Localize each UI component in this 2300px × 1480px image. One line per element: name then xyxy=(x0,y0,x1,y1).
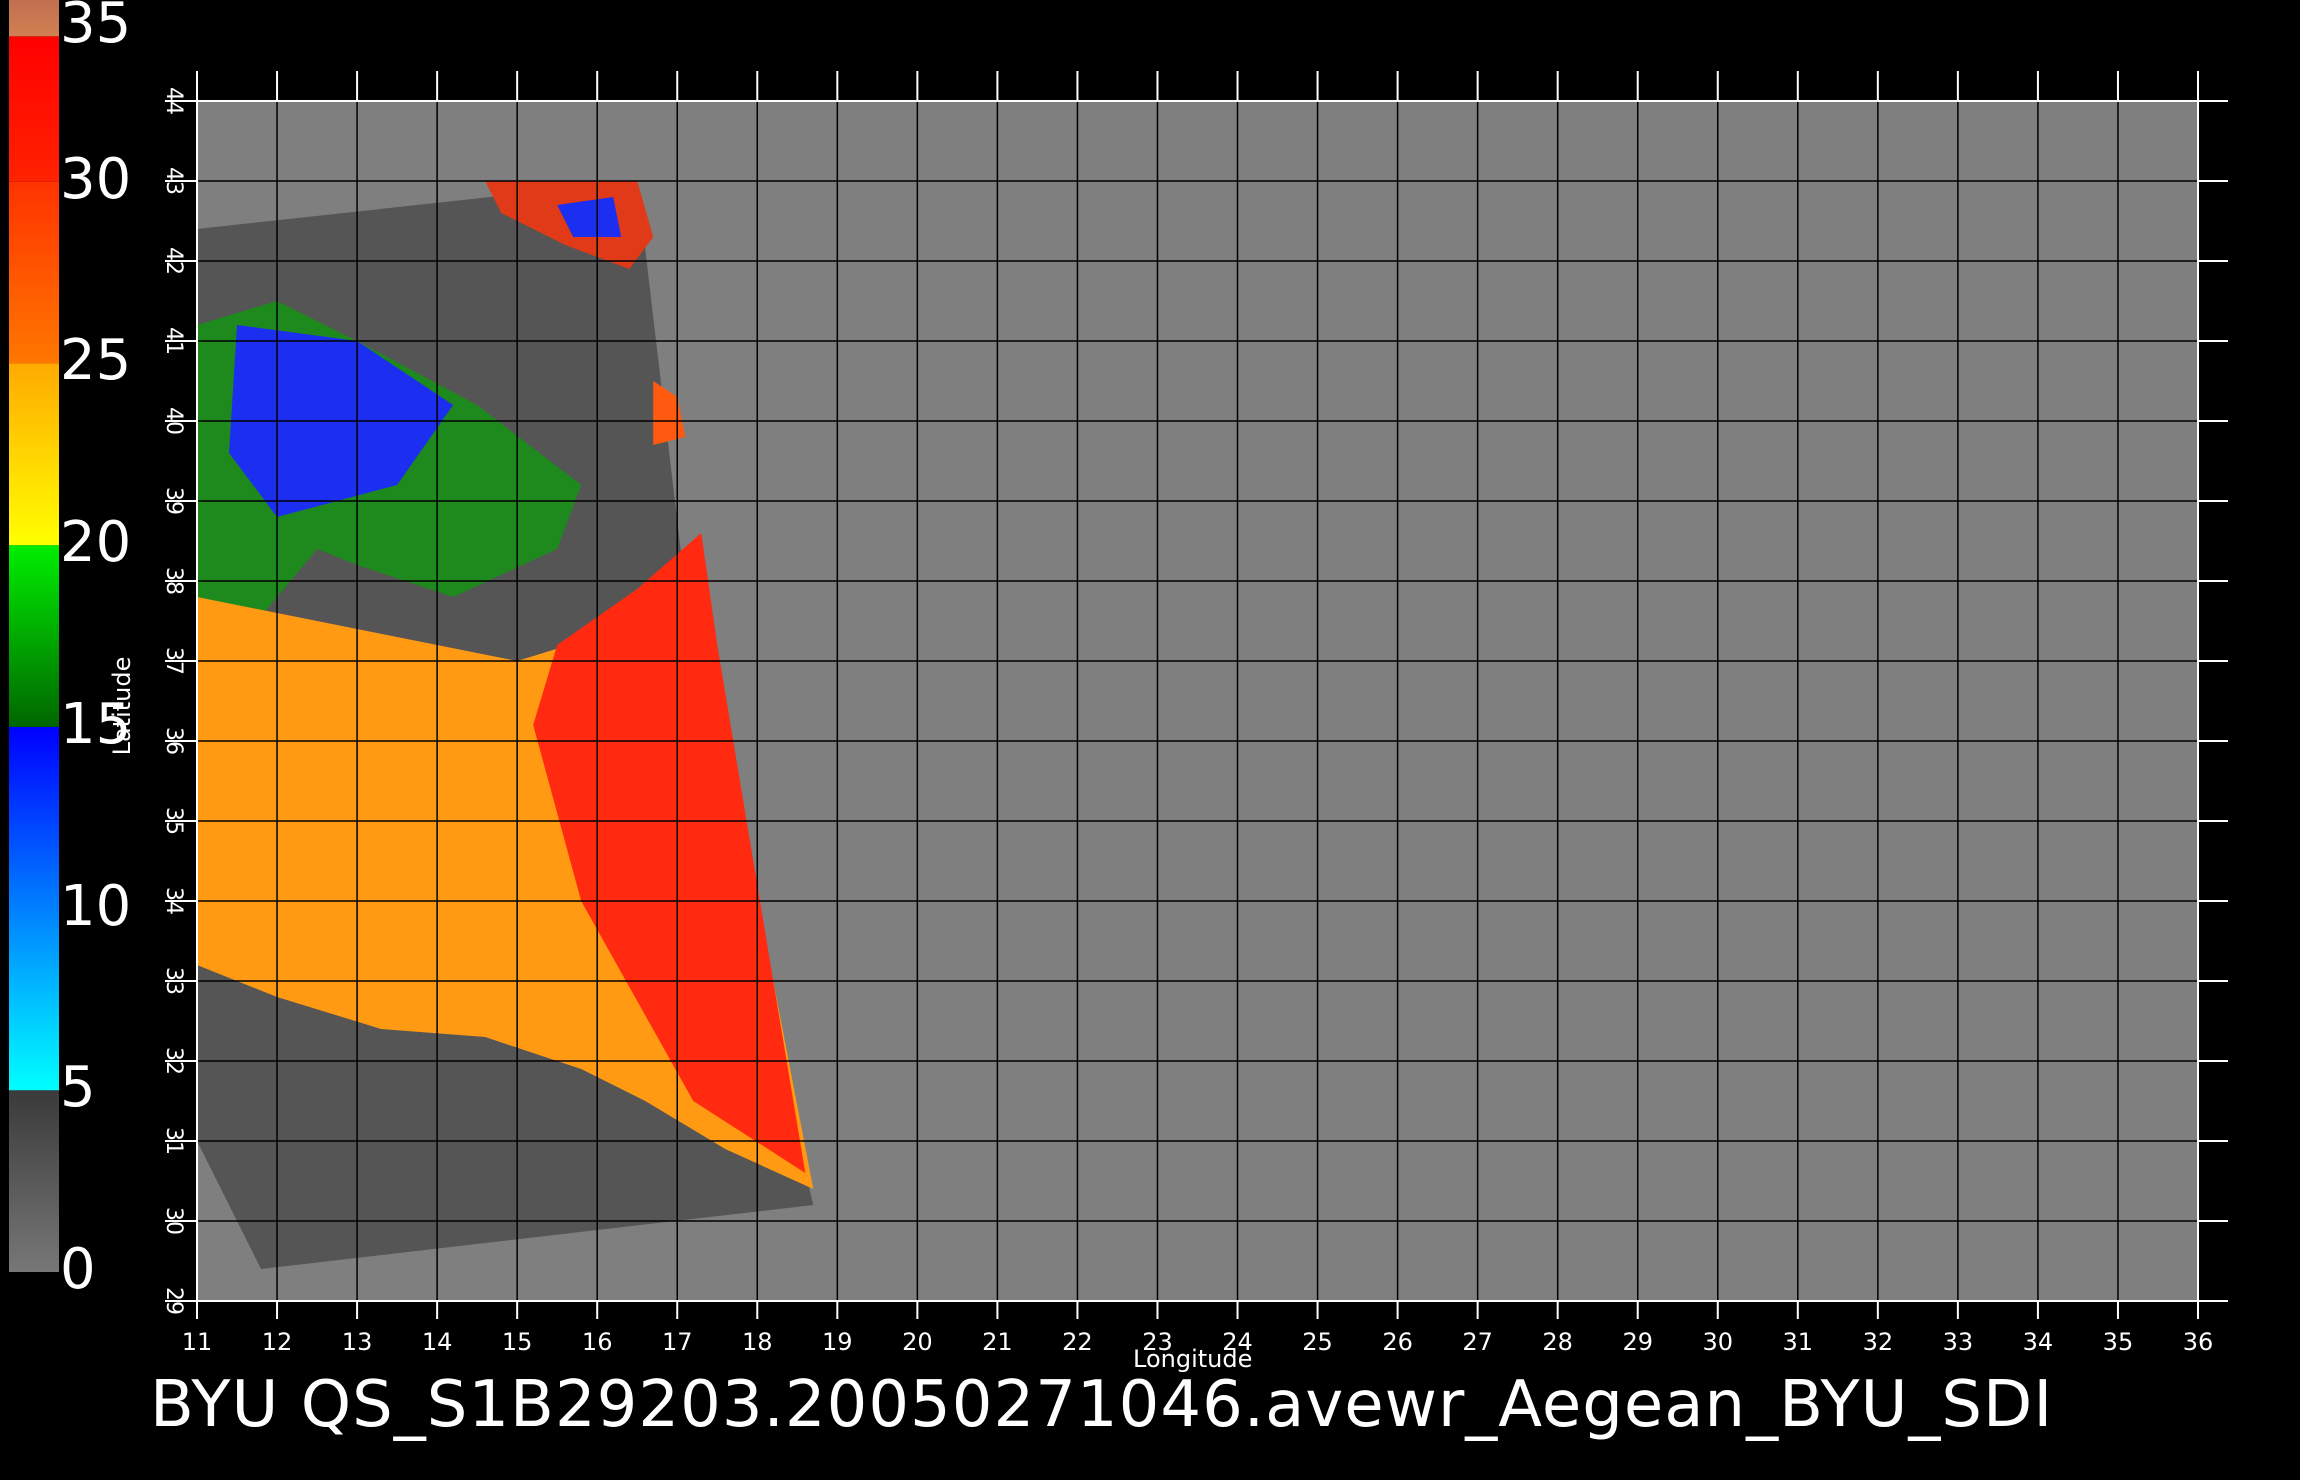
x-tick-label: 22 xyxy=(1062,1328,1093,1356)
x-tick-label: 29 xyxy=(1622,1328,1653,1356)
x-tick-label: 35 xyxy=(2103,1328,2134,1356)
x-tick-label: 32 xyxy=(1863,1328,1894,1356)
y-tick-label: 35 xyxy=(161,807,186,835)
y-tick-label: 38 xyxy=(161,567,186,595)
y-tick-label: 39 xyxy=(161,487,186,515)
x-tick-label: 15 xyxy=(502,1328,533,1356)
x-tick-label: 13 xyxy=(342,1328,373,1356)
image-caption: BYU QS_S1B29203.20050271046.avewr_Aegean… xyxy=(150,1368,2054,1442)
y-tick-label: 29 xyxy=(161,1287,186,1315)
y-tick-label: 32 xyxy=(161,1047,186,1075)
x-tick-label: 12 xyxy=(262,1328,293,1356)
y-tick-label: 40 xyxy=(161,407,186,435)
x-tick-label: 21 xyxy=(982,1328,1013,1356)
x-tick-label: 27 xyxy=(1462,1328,1493,1356)
x-tick-label: 26 xyxy=(1382,1328,1413,1356)
x-tick-label: 31 xyxy=(1783,1328,1814,1356)
x-tick-label: 36 xyxy=(2183,1328,2214,1356)
y-tick-label: 37 xyxy=(161,647,186,675)
x-tick-label: 20 xyxy=(902,1328,933,1356)
y-tick-label: 34 xyxy=(161,887,186,915)
y-axis-label: Latitude xyxy=(108,656,136,756)
x-tick-label: 11 xyxy=(182,1328,213,1356)
x-tick-label: 25 xyxy=(1302,1328,1333,1356)
y-tick-label: 42 xyxy=(161,247,186,275)
x-tick-label: 18 xyxy=(742,1328,773,1356)
y-tick-label: 33 xyxy=(161,967,186,995)
y-tick-label: 43 xyxy=(161,167,186,195)
y-tick-label: 30 xyxy=(161,1207,186,1235)
y-tick-label: 36 xyxy=(161,727,186,755)
x-tick-label: 14 xyxy=(422,1328,453,1356)
wind-map: 11 12 13 14 15 16 17 18 19 20 21 22 23 24 25 26 27 28 29 30… xyxy=(161,71,2228,1356)
x-tick-label: 19 xyxy=(822,1328,853,1356)
x-tick-label: 28 xyxy=(1542,1328,1573,1356)
x-tick-label: 33 xyxy=(1943,1328,1974,1356)
y-tick-label: 41 xyxy=(161,327,186,355)
x-tick-label: 17 xyxy=(662,1328,693,1356)
x-tick-label: 16 xyxy=(582,1328,613,1356)
y-tick-label: 44 xyxy=(161,87,186,115)
x-tick-label: 30 xyxy=(1702,1328,1733,1356)
y-tick-label: 31 xyxy=(161,1127,186,1155)
x-tick-label: 34 xyxy=(2023,1328,2054,1356)
